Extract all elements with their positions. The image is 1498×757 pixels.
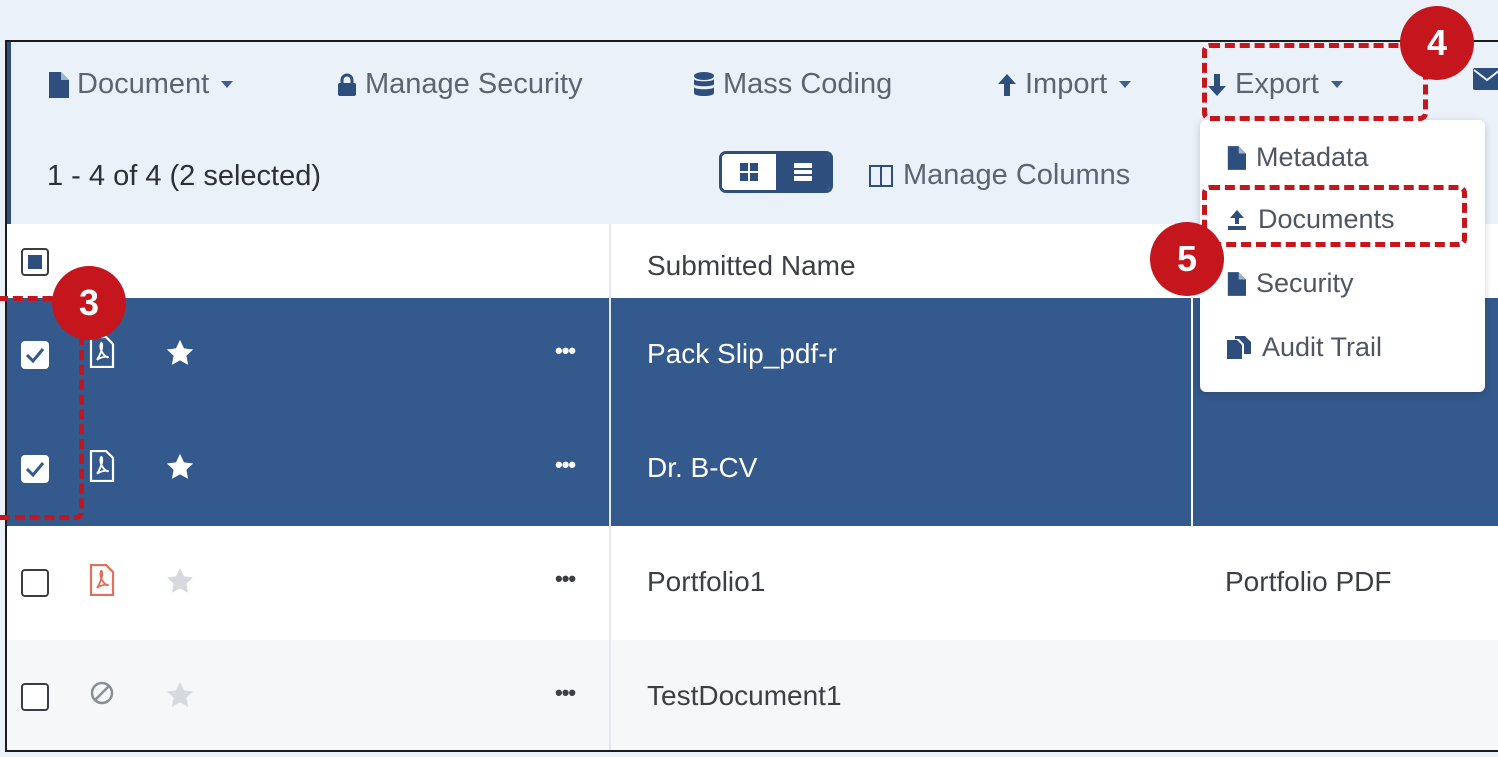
row-submitted-name: TestDocument1 — [647, 680, 842, 711]
file-icon — [1227, 145, 1246, 170]
table-row[interactable]: ••• Portfolio1 Portfolio PDF — [7, 526, 1498, 640]
export-highlight-box — [1202, 43, 1428, 121]
star-icon[interactable] — [165, 566, 195, 596]
blocked-icon[interactable] — [89, 680, 115, 706]
lock-icon — [337, 73, 357, 97]
row-submitted-name: Pack Slip_pdf-r — [647, 338, 837, 369]
mass-coding-label: Mass Coding — [723, 68, 893, 100]
manage-security-button[interactable]: Manage Security — [337, 68, 583, 101]
documents-highlight-box — [1202, 185, 1467, 247]
import-menu-label: Import — [1025, 68, 1108, 100]
more-options-icon[interactable]: ••• — [555, 680, 576, 706]
header-submitted-name[interactable]: Submitted Name — [647, 250, 856, 282]
select-all-checkbox[interactable] — [21, 248, 49, 276]
export-metadata-item[interactable]: Metadata — [1226, 142, 1369, 173]
chevron-down-icon — [1119, 81, 1132, 88]
indeterminate-mark — [28, 255, 42, 269]
mass-coding-button[interactable]: Mass Coding — [693, 68, 892, 101]
export-security-item[interactable]: Security — [1226, 268, 1354, 299]
column-divider — [1191, 298, 1193, 412]
document-list-panel: Document Manage Security Mass Coding Imp… — [5, 40, 1498, 752]
row-checkbox[interactable] — [21, 683, 49, 711]
manage-columns-label: Manage Columns — [903, 159, 1131, 191]
import-menu-button[interactable]: Import — [997, 68, 1132, 101]
callout-badge-4: 4 — [1400, 6, 1474, 80]
column-divider — [1191, 412, 1193, 526]
grid-view-button[interactable] — [722, 154, 776, 190]
row-submitted-name: Portfolio1 — [647, 566, 766, 597]
database-icon — [693, 71, 715, 98]
files-icon — [1227, 335, 1251, 359]
selection-count: 1 - 4 of 4 (2 selected) — [47, 160, 322, 192]
manage-security-label: Manage Security — [365, 68, 583, 100]
star-icon[interactable] — [165, 680, 195, 710]
columns-icon — [869, 164, 893, 187]
email-button[interactable] — [1473, 68, 1498, 90]
document-menu-button[interactable]: Document — [47, 68, 234, 101]
export-security-label: Security — [1256, 268, 1354, 298]
list-icon — [794, 163, 812, 181]
export-audit-trail-label: Audit Trail — [1262, 332, 1383, 362]
pdf-icon[interactable] — [89, 450, 115, 482]
document-menu-label: Document — [77, 68, 210, 100]
row-checkbox[interactable] — [21, 569, 49, 597]
row-submitted-name: Dr. B-CV — [647, 452, 758, 483]
file-icon — [1227, 271, 1246, 296]
callout-badge-3: 3 — [52, 266, 126, 340]
manage-columns-button[interactable]: Manage Columns — [869, 159, 1130, 192]
pdf-icon[interactable] — [89, 336, 115, 368]
envelope-icon — [1473, 68, 1498, 90]
column-divider — [609, 224, 611, 750]
export-metadata-label: Metadata — [1256, 142, 1369, 172]
pdf-icon[interactable] — [89, 564, 115, 596]
callout-badge-5: 5 — [1150, 222, 1224, 296]
grid-icon — [740, 163, 758, 181]
more-options-icon[interactable]: ••• — [555, 566, 576, 592]
star-icon[interactable] — [165, 452, 195, 482]
chevron-down-icon — [221, 81, 234, 88]
more-options-icon[interactable]: ••• — [555, 452, 576, 478]
arrow-up-icon — [997, 73, 1017, 97]
more-options-icon[interactable]: ••• — [555, 338, 576, 364]
view-toggle — [719, 151, 833, 193]
list-view-button[interactable] — [776, 154, 830, 190]
file-icon — [47, 71, 69, 98]
star-icon[interactable] — [165, 338, 195, 368]
export-audit-trail-item[interactable]: Audit Trail — [1226, 332, 1382, 363]
export-dropdown-menu: Metadata Documents Security Audit Trail — [1200, 120, 1485, 392]
table-row[interactable]: ••• Dr. B-CV — [7, 412, 1498, 526]
table-row[interactable]: ••• TestDocument1 — [7, 640, 1498, 750]
row-document-type: Portfolio PDF — [1225, 566, 1392, 597]
